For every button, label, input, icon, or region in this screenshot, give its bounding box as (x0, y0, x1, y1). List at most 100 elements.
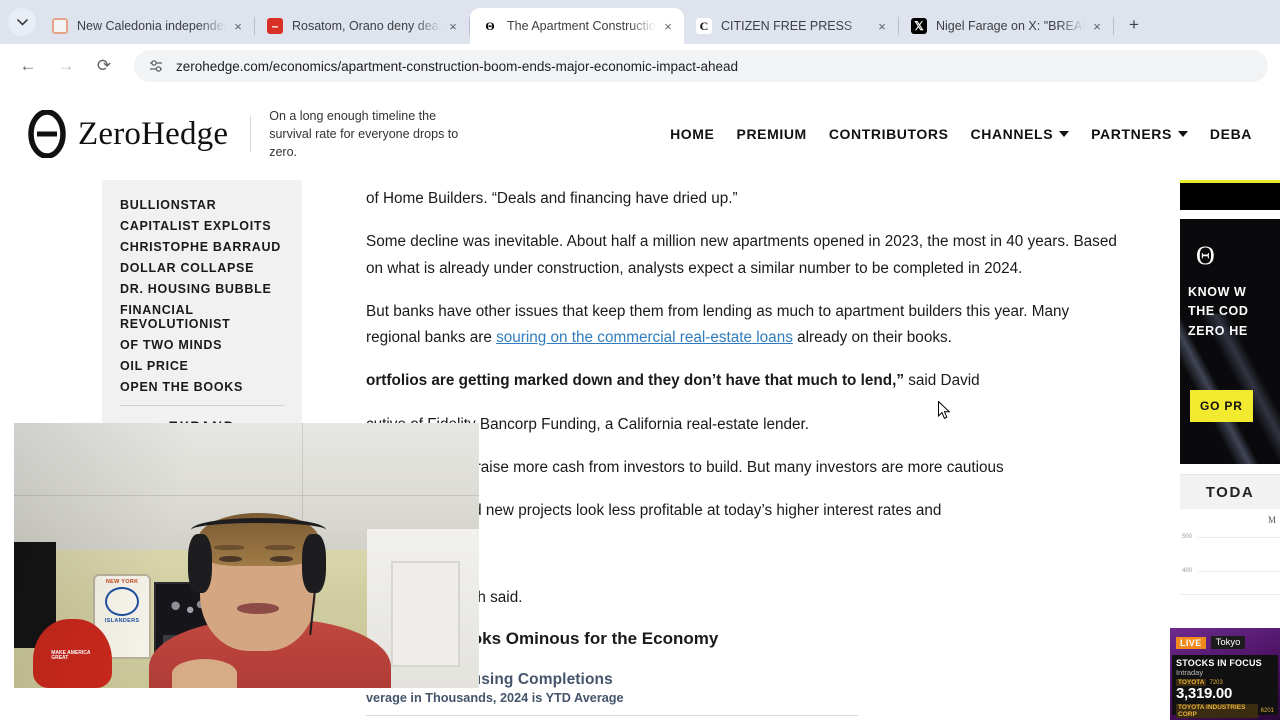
ad-headline-line: KNOW W (1188, 285, 1247, 299)
mini-chart-ytick: 400 (1182, 568, 1193, 574)
nav-label: PREMIUM (736, 126, 807, 142)
close-icon[interactable]: × (1089, 18, 1105, 34)
url-text: zerohedge.com/economics/apartment-constr… (176, 58, 739, 74)
webcam-overlay[interactable]: NEW YORK ISLANDERS MAKE AMERICA GREAT (14, 423, 479, 688)
live-tokyo-video-ad[interactable]: LIVE Tokyo STOCKS IN FOCUS Intraday TOYO… (1170, 628, 1280, 720)
back-button[interactable]: ← (12, 50, 44, 82)
web-page: ZeroHedge On a long enough timeline the … (0, 88, 1280, 720)
sidebar-item-open-the-books[interactable]: OPEN THE BOOKS (102, 376, 302, 397)
site-tagline: On a long enough timeline the survival r… (269, 108, 459, 160)
paragraph: n’t add up,” Frosh said. (366, 588, 523, 606)
tab-title: Nigel Farage on X: "BREAKING (936, 19, 1085, 33)
ad-streak-decoration (1180, 314, 1280, 464)
site-brand[interactable]: ZeroHedge (28, 109, 229, 159)
chevron-down-icon (1177, 131, 1188, 137)
tab-search-chevron-down-icon[interactable] (8, 8, 36, 36)
sidebar-item-financial-revolutionist[interactable]: FINANCIAL REVOLUTIONIST (102, 299, 302, 334)
paragraph: of Home Builders. “Deals and financing h… (366, 190, 738, 207)
sidebar-item-dollar-collapse[interactable]: DOLLAR COLLAPSE (102, 257, 302, 278)
rail-ad-top[interactable] (1180, 180, 1280, 210)
paragraph: s. (366, 542, 1126, 568)
ticker-quote: 3,319.00 (1176, 685, 1232, 702)
new-tab-button[interactable]: + (1120, 11, 1148, 39)
zerohedge-premium-ad[interactable]: Θ KNOW W THE COD ZERO HE GO PR (1180, 219, 1280, 464)
browser-toolbar: ← → ⟳ zerohedge.com/economics/apartment-… (0, 44, 1280, 88)
live-city-label: Tokyo (1210, 636, 1246, 649)
zerohedge-theta-icon: Θ (1196, 241, 1215, 270)
chevron-down-icon (1059, 131, 1070, 137)
reload-button[interactable]: ⟳ (88, 50, 120, 82)
mini-chart-axis-hint: M (1267, 515, 1276, 525)
nav-item-contributors[interactable]: CONTRIBUTORS (829, 126, 949, 142)
site-wordmark: ZeroHedge (78, 115, 229, 152)
address-bar[interactable]: zerohedge.com/economics/apartment-constr… (134, 50, 1268, 82)
close-icon[interactable]: × (230, 18, 246, 34)
close-icon[interactable]: × (445, 18, 461, 34)
nav-item-channels[interactable]: CHANNELS (971, 126, 1070, 142)
paragraph: cutive of Fidelity Bancorp Funding, a Ca… (366, 415, 809, 433)
paragraph: Some decline was inevitable. About half … (366, 233, 1117, 277)
browser-tab-nigel-farage[interactable]: 𝕏 Nigel Farage on X: "BREAKING × (899, 8, 1113, 44)
main-navigation: HOME PREMIUM CONTRIBUTORS CHANNELS PARTN… (670, 126, 1252, 142)
forward-button[interactable]: → (50, 50, 82, 82)
nav-label: CONTRIBUTORS (828, 126, 949, 142)
browser-tab-new-caledonia[interactable]: New Caledonia independence p × (40, 8, 254, 44)
stocks-in-focus-box: STOCKS IN FOCUS Intraday TOYOTA 7203 3,3… (1172, 655, 1278, 720)
ticker-code: 6201 (1260, 708, 1274, 714)
globe-icon (52, 18, 68, 34)
close-icon[interactable]: × (874, 18, 890, 34)
mini-chart-gridline (1198, 537, 1280, 538)
paragraph-bold: ortfolios are getting marked down and th… (366, 372, 904, 390)
tab-divider (1113, 17, 1114, 35)
paragraph: elopers need to raise more cash from inv… (366, 459, 1004, 477)
live-badge-row: LIVE Tokyo (1170, 628, 1280, 649)
ticker-row: TOYOTA INDUSTRIES CORP 6201 (1176, 704, 1274, 718)
paragraph: ortfolios are getting marked down and th… (366, 368, 1126, 394)
mouse-cursor (938, 400, 951, 420)
stocks-in-focus-subtitle: Intraday (1176, 668, 1204, 677)
sidebar-item-of-two-minds[interactable]: OF TWO MINDS (102, 334, 302, 355)
browser-chrome: New Caledonia independence p × – Rosatom… (0, 0, 1280, 88)
sidebar-item-oil-price[interactable]: OIL PRICE (102, 355, 302, 376)
browser-tab-rosatom[interactable]: – Rosatom, Orano deny deal talks × (255, 8, 469, 44)
tab-title: The Apartment Construction Bo (507, 19, 656, 33)
nav-item-premium[interactable]: PREMIUM (737, 126, 807, 142)
no-entry-icon: – (267, 18, 283, 34)
browser-tab-citizen-free-press[interactable]: C CITIZEN FREE PRESS × (684, 8, 898, 44)
close-icon[interactable]: × (660, 18, 676, 34)
sidebar-item-bullionstar[interactable]: BULLIONSTAR (102, 194, 302, 215)
right-sidebar: Θ KNOW W THE COD ZERO HE GO PR TODA M 50… (1180, 180, 1280, 595)
sidebar-item-dr-housing-bubble[interactable]: DR. HOUSING BUBBLE (102, 278, 302, 299)
nav-item-debate[interactable]: DEBA (1210, 126, 1252, 142)
tab-title: CITIZEN FREE PRESS (721, 19, 853, 33)
site-header: ZeroHedge On a long enough timeline the … (0, 88, 1280, 180)
letter-c-icon: C (696, 18, 712, 34)
today-heading: TODA (1180, 475, 1280, 509)
chart-rule (366, 715, 858, 717)
contributors-list: BULLIONSTAR CAPITALIST EXPLOITS CHRISTOP… (102, 180, 302, 452)
today-mini-chart: M 500 400 (1180, 509, 1280, 595)
nav-label: DEBA (1209, 126, 1252, 142)
nav-label: HOME (670, 126, 715, 142)
paragraph-text: already on their books. (792, 329, 952, 347)
article-link-commercial-real-estate-loans[interactable]: souring on the commercial real-estate lo… (496, 329, 793, 346)
zerohedge-theta-logo-icon (28, 109, 66, 159)
sidebar-item-christophe-barraud[interactable]: CHRISTOPHE BARRAUD (102, 236, 302, 257)
chart-subtitle: verage in Thousands, 2024 is YTD Average (366, 691, 624, 706)
nav-item-partners[interactable]: PARTNERS (1091, 126, 1188, 142)
go-pro-button[interactable]: GO PR (1190, 390, 1253, 422)
tab-title: New Caledonia independence p (77, 19, 226, 33)
divider (120, 405, 284, 406)
tab-strip: New Caledonia independence p × – Rosatom… (0, 0, 1280, 44)
today-panel: TODA M 500 400 (1180, 474, 1280, 595)
paragraph: But banks have other issues that keep th… (366, 299, 1126, 352)
sidebar-item-capitalist-exploits[interactable]: CAPITALIST EXPLOITS (102, 215, 302, 236)
tune-icon[interactable] (148, 58, 164, 74)
article-body: of Home Builders. “Deals and financing h… (366, 180, 1126, 720)
mini-chart-ytick: 500 (1182, 534, 1193, 540)
nav-item-home[interactable]: HOME (670, 126, 714, 142)
live-badge: LIVE (1176, 636, 1206, 649)
browser-tab-apartment-construction[interactable]: Θ The Apartment Construction Bo × (470, 8, 684, 44)
paragraph: owth flattens and new projects look less… (366, 502, 942, 520)
zerohedge-theta-icon: Θ (482, 18, 498, 34)
